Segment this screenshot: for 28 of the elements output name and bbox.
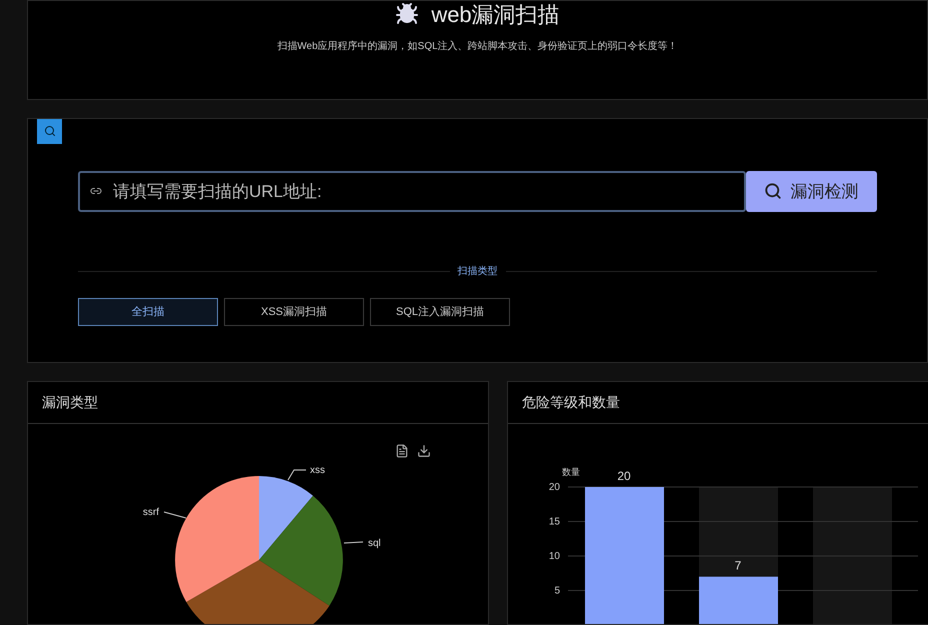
scan-type-button[interactable]: 全扫描	[78, 298, 218, 326]
scan-type-button[interactable]: SQL注入漏洞扫描	[370, 298, 510, 326]
search-badge-icon	[37, 118, 62, 144]
page-subtitle: 扫描Web应用程序中的漏洞，如SQL注入、跨站脚本攻击、身份验证页上的弱口令长度等！	[277, 40, 678, 54]
panel-title: 危险等级和数量	[522, 393, 620, 412]
url-input-field[interactable]: 请填写需要扫描的URL地址:	[78, 170, 746, 212]
bug-icon	[395, 2, 420, 26]
leader-line	[288, 470, 306, 480]
page-title: web漏洞扫描	[431, 0, 560, 28]
slice-label: ssrf	[142, 507, 159, 518]
y-tick-label: 5	[554, 586, 560, 596]
download-icon[interactable]	[417, 444, 431, 458]
search-icon	[764, 182, 782, 200]
scan-type-button[interactable]: XSS漏洞扫描	[224, 298, 364, 326]
leader-line	[344, 542, 364, 544]
bar-value-label: 20	[617, 469, 631, 483]
y-axis-label: 数量	[562, 467, 580, 477]
y-tick-label: 15	[548, 516, 560, 528]
panel-title: 漏洞类型	[42, 393, 98, 412]
detect-button[interactable]: 漏洞检测	[746, 170, 877, 212]
document-icon[interactable]	[395, 444, 409, 458]
y-tick-label: 20	[548, 482, 560, 493]
bar-value-label: 7	[734, 558, 742, 573]
leader-line	[164, 512, 186, 518]
slice-label: sql	[368, 538, 381, 549]
slice-label: xss	[310, 465, 325, 476]
y-tick-label: 10	[548, 551, 560, 562]
divider-label: 扫描类型	[456, 264, 498, 279]
